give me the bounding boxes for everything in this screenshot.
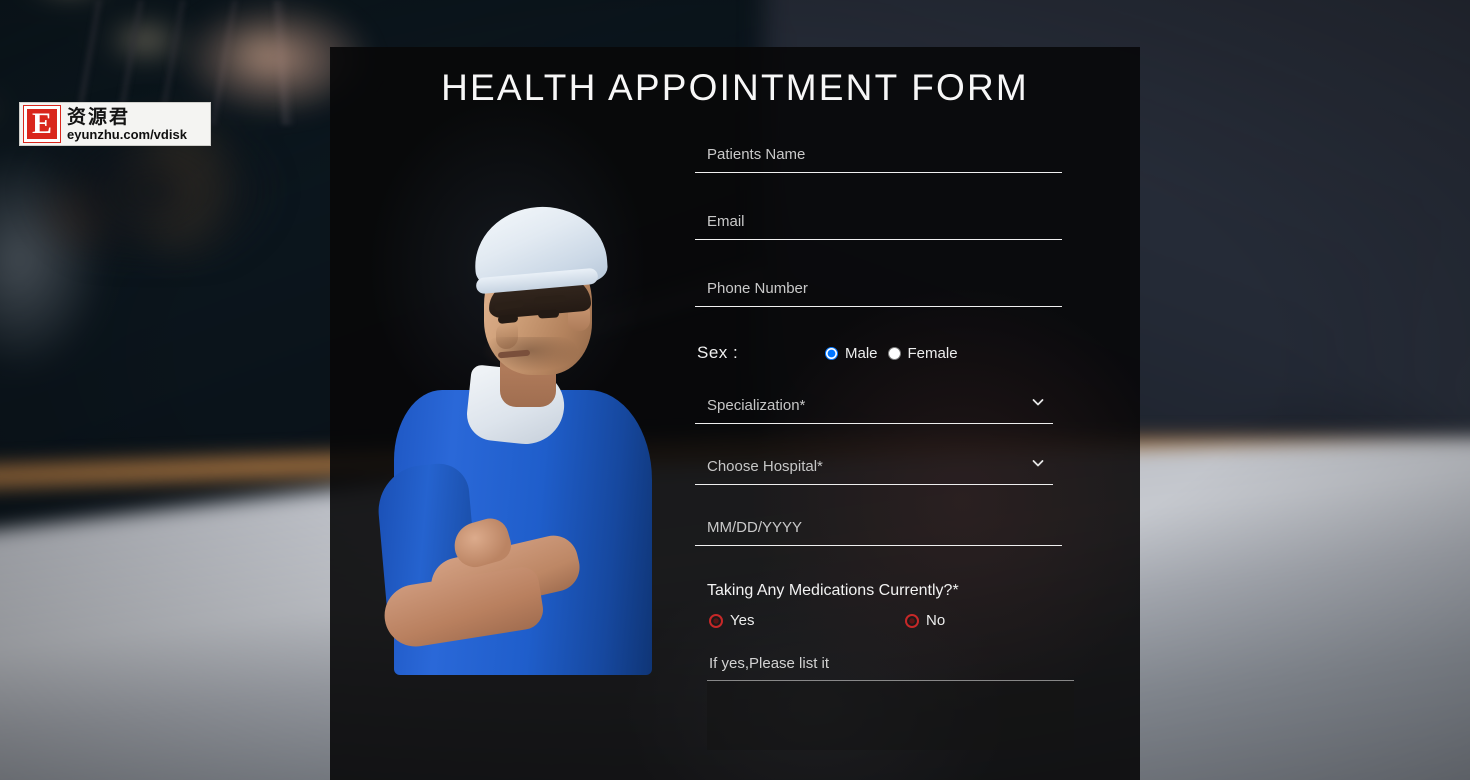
- medications-question: Taking Any Medications Currently?*: [707, 582, 959, 599]
- hospital-select[interactable]: Choose Hospital*: [695, 454, 1053, 485]
- patient-name-field: [695, 142, 1065, 173]
- appointment-date-input[interactable]: [695, 515, 1062, 546]
- watermark-text: 资源君 eyunzhu.com/vdisk: [67, 105, 187, 142]
- medications-label-yes[interactable]: Yes: [730, 612, 754, 629]
- medications-option-yes[interactable]: Yes: [709, 612, 895, 629]
- sex-option-male[interactable]: Male: [825, 345, 878, 362]
- page-title: HEALTH APPOINTMENT FORM: [441, 67, 1029, 108]
- phone-input[interactable]: [695, 276, 1062, 307]
- specialization-field: Specialization*: [695, 393, 1053, 424]
- appointment-date-field: [695, 515, 1065, 546]
- medications-option-no[interactable]: No: [905, 612, 945, 629]
- hospital-field: Choose Hospital*: [695, 454, 1053, 485]
- sex-row: Sex : Male Female: [695, 343, 1065, 363]
- email-field: [695, 209, 1065, 240]
- medications-list-prompt: If yes,Please list it: [709, 655, 830, 672]
- patient-name-input[interactable]: [695, 142, 1062, 173]
- medications-options-row: Yes No: [695, 612, 1065, 629]
- sex-label-male[interactable]: Male: [845, 345, 878, 362]
- watermark-logo-icon: E: [23, 105, 61, 143]
- sex-radio-male[interactable]: [825, 346, 838, 360]
- specialization-select[interactable]: Specialization*: [695, 393, 1053, 424]
- watermark: E 资源君 eyunzhu.com/vdisk: [19, 102, 211, 146]
- medications-radio-no[interactable]: [905, 613, 919, 628]
- watermark-brand: 资源君: [67, 105, 131, 128]
- medications-list-textarea[interactable]: [707, 680, 1074, 750]
- sex-label-female[interactable]: Female: [908, 345, 958, 362]
- email-input[interactable]: [695, 209, 1062, 240]
- sex-option-female[interactable]: Female: [887, 345, 958, 362]
- medications-radio-yes[interactable]: [709, 613, 723, 628]
- form-fields: Sex : Male Female Specialization* Ch: [695, 142, 1074, 755]
- watermark-url: eyunzhu.com/vdisk: [67, 126, 187, 142]
- sex-radio-female[interactable]: [887, 346, 901, 360]
- appointment-form-panel: HEALTH APPOINTMENT FORM Sex : Male Femal…: [330, 47, 1140, 780]
- doctor-photo: [372, 202, 672, 675]
- phone-field: [695, 276, 1065, 307]
- medications-label-no[interactable]: No: [926, 612, 945, 629]
- doctor-nose: [496, 323, 518, 349]
- doctor-eye-right: [537, 309, 560, 319]
- sex-label: Sex :: [697, 343, 739, 362]
